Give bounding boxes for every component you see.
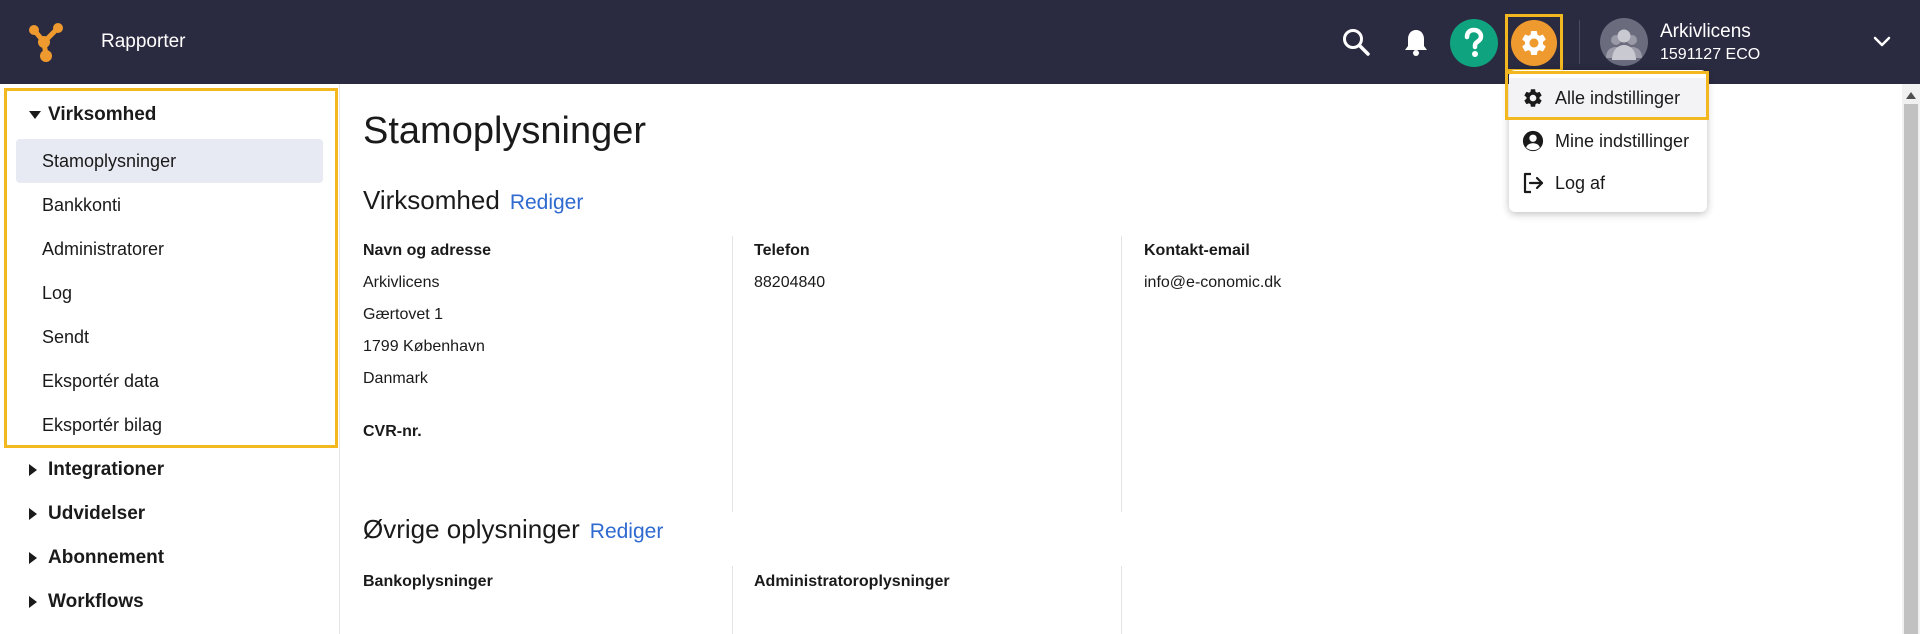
caret-right-icon <box>28 595 48 609</box>
email-value: info@e-conomic.dk <box>1144 274 1282 291</box>
phone-value: 88204840 <box>754 274 826 291</box>
account-id[interactable]: 1591127 ECO <box>1660 46 1760 64</box>
menu-item-label: Log af <box>1555 172 1606 193</box>
admin-info-label: Administratoroplysninger <box>754 573 950 590</box>
admin-info-column: Administratoroplysninger <box>754 573 950 591</box>
sidebar-item-label: Sendt <box>42 326 90 347</box>
caret-right-icon <box>28 551 48 565</box>
account-menu-toggle[interactable] <box>1868 30 1896 54</box>
scrollbar-thumb[interactable] <box>1904 104 1918 634</box>
sidebar-group-label: Abonnement <box>48 547 165 568</box>
sidebar-item-log[interactable]: Log <box>16 271 323 315</box>
sidebar-item-label: Eksportér data <box>42 370 160 391</box>
sidebar-item-eksporter-bilag[interactable]: Eksportér bilag <box>16 403 323 447</box>
sidebar-group-label: Workflows <box>48 591 144 612</box>
gear-icon <box>1522 30 1546 55</box>
phone-label: Telefon <box>754 242 810 259</box>
other-section-title: Øvrige oplysninger Rediger <box>363 514 663 545</box>
caret-right-icon <box>28 507 48 521</box>
topbar-divider <box>1579 20 1580 64</box>
company-name: Arkivlicens <box>363 274 440 291</box>
sidebar-group-label: Virksomhed <box>48 104 157 125</box>
sidebar-group-label: Udvidelser <box>48 503 146 524</box>
bell-icon <box>1405 30 1427 56</box>
sidebar-group-udvidelser[interactable]: Udvidelser <box>28 503 145 525</box>
bank-info-label: Bankoplysninger <box>363 573 493 590</box>
bank-info-column: Bankoplysninger <box>363 573 493 591</box>
sidebar-group-integrationer[interactable]: Integrationer <box>28 459 164 481</box>
country: Danmark <box>363 370 428 387</box>
chevron-down-icon <box>1873 36 1891 47</box>
edit-company-link[interactable]: Rediger <box>510 191 584 214</box>
settings-button[interactable] <box>1511 20 1557 66</box>
search-icon <box>1343 29 1370 56</box>
sidebar-item-sendt[interactable]: Sendt <box>16 315 323 359</box>
menu-item-log-out[interactable]: Log af <box>1509 163 1707 203</box>
sidebar-item-label: Eksportér bilag <box>42 414 163 435</box>
caret-right-icon <box>28 463 48 477</box>
section-heading: Virksomhed <box>363 185 500 215</box>
sidebar-group-abonnement[interactable]: Abonnement <box>28 547 164 569</box>
address-label: Navn og adresse <box>363 242 492 259</box>
sidebar-group-label: Integrationer <box>48 459 165 480</box>
postal-city: 1799 København <box>363 338 485 355</box>
search-button[interactable] <box>1338 24 1374 60</box>
cvr-column: CVR-nr. <box>363 423 422 441</box>
sidebar-item-label: Stamoplysninger <box>42 150 177 171</box>
caret-down-icon <box>28 110 48 120</box>
sidebar-item-bankkonti[interactable]: Bankkonti <box>16 183 323 227</box>
column-divider <box>732 236 733 512</box>
section-heading: Øvrige oplysninger <box>363 514 580 544</box>
street-address: Gærtovet 1 <box>363 306 444 323</box>
address-column: Navn og adresse Arkivlicens Gærtovet 1 1… <box>363 242 491 388</box>
logout-icon <box>1521 171 1545 195</box>
settings-sidebar: Virksomhed Stamoplysninger Bankkonti Adm… <box>0 84 340 634</box>
app-logo-icon[interactable] <box>26 20 66 64</box>
question-mark-icon <box>1464 27 1484 57</box>
sidebar-group-workflows[interactable]: Workflows <box>28 591 144 613</box>
column-divider <box>732 566 733 634</box>
company-section-title: Virksomhed Rediger <box>363 185 583 216</box>
cvr-label: CVR-nr. <box>363 423 422 440</box>
column-divider <box>1121 236 1122 512</box>
menu-item-all-settings[interactable]: Alle indstillinger <box>1509 78 1707 118</box>
sidebar-item-stamoplysninger[interactable]: Stamoplysninger <box>16 139 323 183</box>
sidebar-item-administratorer[interactable]: Administratorer <box>16 227 323 271</box>
email-column: Kontakt-email info@e-conomic.dk <box>1144 242 1281 292</box>
settings-button-highlight[interactable] <box>1505 14 1563 72</box>
menu-item-my-settings[interactable]: Mine indstillinger <box>1509 121 1707 161</box>
edit-other-link[interactable]: Rediger <box>590 520 664 543</box>
account-avatar[interactable] <box>1600 18 1648 66</box>
sidebar-item-label: Log <box>42 282 73 303</box>
email-label: Kontakt-email <box>1144 242 1250 259</box>
column-divider <box>1121 566 1122 634</box>
notifications-button[interactable] <box>1398 24 1434 60</box>
sidebar-item-eksporter-data[interactable]: Eksportér data <box>16 359 323 403</box>
sidebar-item-label: Bankkonti <box>42 194 122 215</box>
menu-item-label: Mine indstillinger <box>1555 130 1690 151</box>
page-title: Stamoplysninger <box>363 110 647 152</box>
sidebar-item-label: Administratorer <box>42 238 165 259</box>
help-button[interactable] <box>1450 19 1498 67</box>
sidebar-group-virksomhed[interactable]: Virksomhed <box>28 104 156 126</box>
account-name[interactable]: Arkivlicens <box>1660 21 1751 43</box>
user-group-icon <box>1606 29 1642 60</box>
user-circle-icon <box>1521 129 1545 153</box>
gear-icon <box>1521 86 1545 110</box>
menu-item-label: Alle indstillinger <box>1555 87 1681 108</box>
app-title[interactable]: Rapporter <box>101 31 186 53</box>
scroll-up-arrow-icon[interactable] <box>1905 88 1917 99</box>
phone-column: Telefon 88204840 <box>754 242 825 292</box>
settings-dropdown-menu: Alle indstillinger Mine indstillinger Lo… <box>1509 70 1707 212</box>
